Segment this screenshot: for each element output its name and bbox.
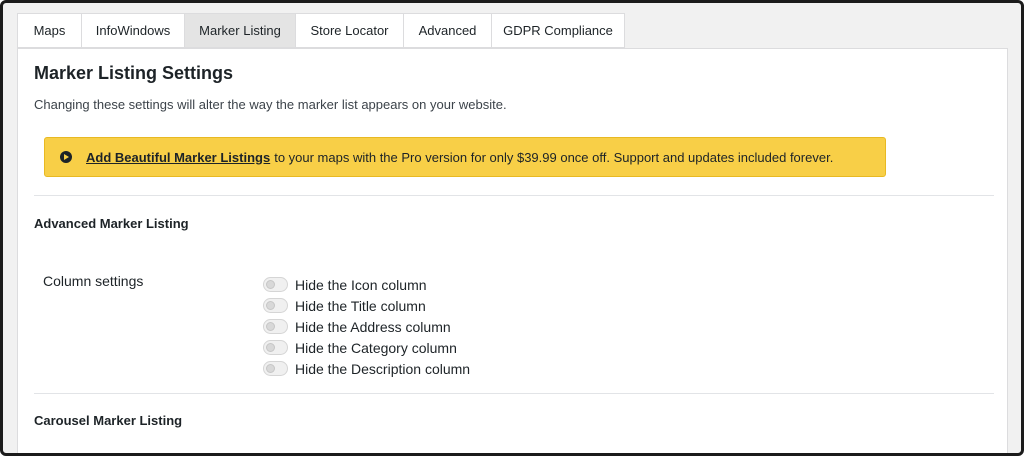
pro-upgrade-notice: Add Beautiful Marker Listings to your ma…: [44, 137, 886, 177]
toggle-knob: [266, 280, 275, 289]
tab-maps[interactable]: Maps: [17, 13, 81, 48]
toggle-switch[interactable]: [263, 277, 288, 292]
option-label: Hide the Icon column: [295, 276, 427, 293]
section-divider: [34, 393, 994, 394]
option-hide-description-column[interactable]: Hide the Description column: [263, 358, 470, 379]
toggle-knob: [266, 322, 275, 331]
section-divider: [34, 195, 994, 196]
option-hide-address-column[interactable]: Hide the Address column: [263, 316, 470, 337]
tab-advanced[interactable]: Advanced: [403, 13, 491, 48]
settings-tabs: Maps InfoWindows Marker Listing Store Lo…: [17, 13, 625, 49]
toggle-switch[interactable]: [263, 319, 288, 334]
option-hide-icon-column[interactable]: Hide the Icon column: [263, 274, 470, 295]
advanced-marker-listing-heading: Advanced Marker Listing: [34, 216, 189, 231]
page-title: Marker Listing Settings: [34, 63, 234, 83]
tab-infowindows[interactable]: InfoWindows: [81, 13, 184, 48]
option-label: Hide the Address column: [295, 318, 451, 335]
pro-upgrade-text: to your maps with the Pro version for on…: [274, 149, 834, 165]
toggle-knob: [266, 301, 275, 310]
tab-gdpr-compliance[interactable]: GDPR Compliance: [491, 13, 625, 48]
option-label: Hide the Category column: [295, 339, 457, 356]
column-settings-label: Column settings: [43, 273, 144, 289]
toggle-switch[interactable]: [263, 361, 288, 376]
tab-store-locator[interactable]: Store Locator: [295, 13, 403, 48]
screenshot-frame: Maps InfoWindows Marker Listing Store Lo…: [0, 0, 1024, 456]
settings-description: Changing these settings will alter the w…: [34, 97, 507, 112]
option-hide-category-column[interactable]: Hide the Category column: [263, 337, 470, 358]
arrow-circle-right-icon: [60, 151, 72, 163]
toggle-switch[interactable]: [263, 340, 288, 355]
option-label: Hide the Title column: [295, 297, 426, 314]
toggle-knob: [266, 343, 275, 352]
settings-panel: Marker Listing Settings Changing these s…: [17, 48, 1008, 453]
toggle-knob: [266, 364, 275, 373]
toggle-switch[interactable]: [263, 298, 288, 313]
column-settings-options: Hide the Icon column Hide the Title colu…: [263, 274, 470, 379]
carousel-marker-listing-heading: Carousel Marker Listing: [34, 413, 183, 428]
tab-marker-listing[interactable]: Marker Listing: [184, 13, 295, 48]
option-hide-title-column[interactable]: Hide the Title column: [263, 295, 470, 316]
option-label: Hide the Description column: [295, 360, 471, 377]
pro-upgrade-link[interactable]: Add Beautiful Marker Listings: [86, 150, 270, 165]
